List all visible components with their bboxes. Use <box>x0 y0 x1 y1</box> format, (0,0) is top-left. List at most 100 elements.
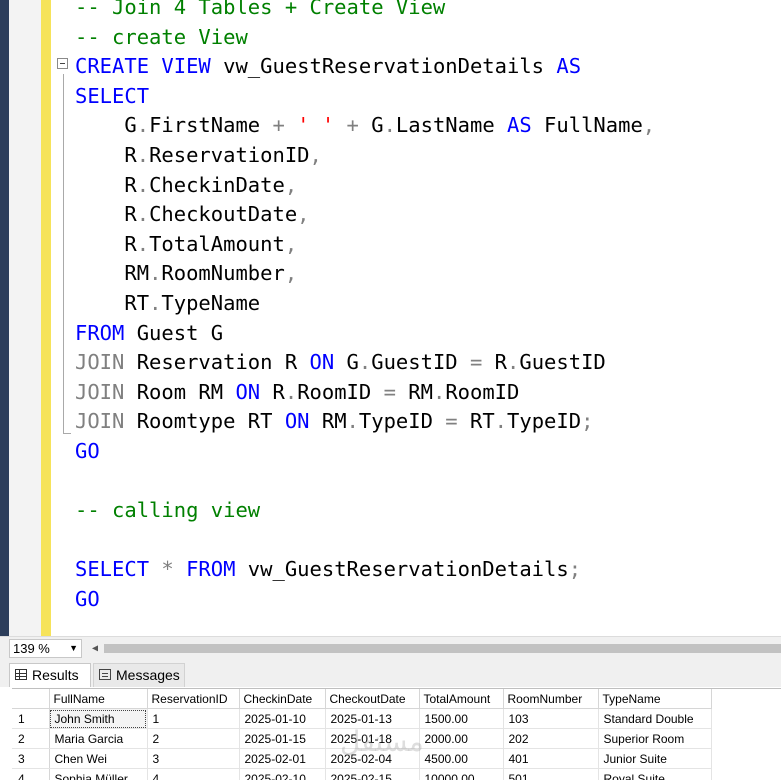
code-token: RT <box>458 409 495 433</box>
table-cell[interactable]: 2025-01-13 <box>325 709 419 729</box>
code-token: , <box>285 173 297 197</box>
table-row[interactable]: 3Chen Wei32025-02-012025-02-044500.00401… <box>12 749 711 769</box>
code-token: , <box>285 261 297 285</box>
table-cell[interactable]: 2 <box>147 729 239 749</box>
code-token: -- calling view <box>75 498 260 522</box>
code-token: JOIN <box>75 380 124 404</box>
table-cell[interactable]: 4500.00 <box>419 749 503 769</box>
code-token: = <box>470 350 482 374</box>
table-cell[interactable]: 2025-02-04 <box>325 749 419 769</box>
table-cell[interactable]: 3 <box>147 749 239 769</box>
column-header[interactable]: TotalAmount <box>419 689 503 709</box>
column-header[interactable]: CheckinDate <box>239 689 325 709</box>
code-token: G <box>359 113 384 137</box>
code-token: . <box>384 113 396 137</box>
tab-messages-label: Messages <box>116 667 180 683</box>
table-cell[interactable]: 2025-01-18 <box>325 729 419 749</box>
window-edge <box>0 0 9 636</box>
line-gutter <box>9 0 41 636</box>
row-number[interactable]: 4 <box>12 769 49 780</box>
code-line: SELECT * FROM vw_GuestReservationDetails… <box>75 555 581 583</box>
results-grid[interactable]: FullNameReservationIDCheckinDateCheckout… <box>12 688 781 780</box>
tab-results[interactable]: Results <box>9 663 91 687</box>
table-cell[interactable]: 2000.00 <box>419 729 503 749</box>
table-cell[interactable]: Chen Wei <box>49 749 147 769</box>
code-token: TypeID <box>507 409 581 433</box>
table-cell[interactable]: 2025-01-10 <box>239 709 325 729</box>
code-token: ' ' <box>297 113 334 137</box>
code-token: ON <box>235 380 260 404</box>
code-token <box>149 557 161 581</box>
query-editor[interactable]: -- Join 4 Tables + Create View-- create … <box>0 0 781 636</box>
table-cell[interactable]: Royal Suite <box>598 769 711 780</box>
code-token: R <box>75 232 137 256</box>
collapse-icon[interactable] <box>57 58 68 69</box>
column-header[interactable]: CheckoutDate <box>325 689 419 709</box>
code-token: SELECT <box>75 84 149 108</box>
tab-messages[interactable]: Messages <box>93 663 185 687</box>
table-cell[interactable]: 103 <box>503 709 598 729</box>
code-token: . <box>495 409 507 433</box>
code-line: JOIN Room RM ON R.RoomID = RM.RoomID <box>75 378 519 406</box>
code-token: FROM <box>186 557 235 581</box>
code-line: -- create View <box>75 23 248 51</box>
code-token: Roomtype RT <box>124 409 284 433</box>
table-row[interactable]: 4Sophia Müller42025-02-102025-02-1510000… <box>12 769 711 780</box>
table-cell[interactable]: 501 <box>503 769 598 780</box>
column-header[interactable] <box>12 689 49 709</box>
code-token: . <box>149 261 161 285</box>
results-tab-bar: Results Messages <box>0 660 781 687</box>
code-token: FirstName <box>149 113 272 137</box>
code-token: G <box>75 113 137 137</box>
table-cell[interactable]: 10000.00 <box>419 769 503 780</box>
code-token: . <box>137 232 149 256</box>
table-cell[interactable]: 202 <box>503 729 598 749</box>
row-number[interactable]: 1 <box>12 709 49 729</box>
table-cell[interactable]: 2025-02-01 <box>239 749 325 769</box>
code-token: R <box>482 350 507 374</box>
grid-header-row: FullNameReservationIDCheckinDateCheckout… <box>12 689 711 709</box>
table-cell[interactable]: 401 <box>503 749 598 769</box>
code-token: . <box>137 113 149 137</box>
row-number[interactable]: 3 <box>12 749 49 769</box>
code-token: RM <box>75 261 149 285</box>
code-token: * <box>161 557 173 581</box>
table-cell[interactable]: Standard Double <box>598 709 711 729</box>
table-cell[interactable]: 1500.00 <box>419 709 503 729</box>
scroll-left-icon[interactable]: ◀ <box>88 641 102 656</box>
table-cell[interactable]: Sophia Müller <box>49 769 147 780</box>
column-header[interactable]: RoomNumber <box>503 689 598 709</box>
code-line: RT.TypeName <box>75 289 260 317</box>
table-cell[interactable]: 2025-01-15 <box>239 729 325 749</box>
table-cell[interactable]: 2025-02-15 <box>325 769 419 780</box>
code-token: = <box>384 380 396 404</box>
code-token: TypeName <box>161 291 260 315</box>
code-token: , <box>643 113 655 137</box>
table-cell[interactable]: Superior Room <box>598 729 711 749</box>
table-cell[interactable]: 1 <box>147 709 239 729</box>
code-line: FROM Guest G <box>75 319 223 347</box>
table-cell[interactable]: John Smith <box>49 709 147 729</box>
column-header[interactable]: ReservationID <box>147 689 239 709</box>
horizontal-scrollbar[interactable] <box>104 644 781 653</box>
code-line: JOIN Reservation R ON G.GuestID = R.Gues… <box>75 348 606 376</box>
table-row[interactable]: 2Maria Garcia22025-01-152025-01-182000.0… <box>12 729 711 749</box>
column-header[interactable]: FullName <box>49 689 147 709</box>
code-line: G.FirstName + ' ' + G.LastName AS FullNa… <box>75 111 655 139</box>
code-token: RT <box>75 291 149 315</box>
code-token: FROM <box>75 321 124 345</box>
table-cell[interactable]: Junior Suite <box>598 749 711 769</box>
code-token: TotalAmount <box>149 232 285 256</box>
row-number[interactable]: 2 <box>12 729 49 749</box>
table-cell[interactable]: 2025-02-10 <box>239 769 325 780</box>
table-row[interactable]: 1John Smith12025-01-102025-01-131500.001… <box>12 709 711 729</box>
code-line: GO <box>75 585 100 613</box>
table-cell[interactable]: 4 <box>147 769 239 780</box>
column-header[interactable]: TypeName <box>598 689 711 709</box>
zoom-dropdown[interactable]: 139 % ▼ <box>9 639 82 658</box>
code-token: RM <box>310 409 347 433</box>
table-cell[interactable]: Maria Garcia <box>49 729 147 749</box>
code-token: AS <box>507 113 532 137</box>
code-token <box>334 113 346 137</box>
code-token: . <box>507 350 519 374</box>
